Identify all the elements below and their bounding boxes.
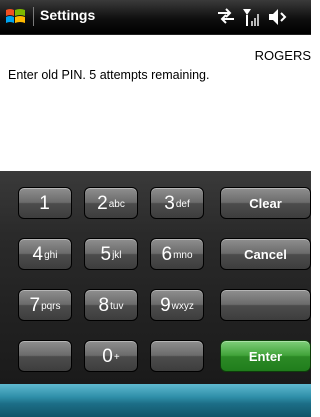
blank-key-right[interactable] (220, 289, 311, 321)
key-8[interactable]: 8 tuv (84, 289, 138, 321)
key-4-letters: ghi (44, 249, 58, 261)
bottom-bar (0, 384, 311, 417)
key-2-digit: 2 (97, 192, 108, 214)
window-title: Settings (40, 7, 96, 23)
blank-key-middle[interactable] (150, 340, 204, 372)
signal-strength-icon[interactable] (241, 6, 263, 28)
key-9-digit: 9 (160, 294, 171, 316)
key-6-letters: mno (173, 249, 193, 261)
volume-icon[interactable] (267, 6, 289, 28)
key-3[interactable]: 3 def (150, 187, 204, 219)
key-6-digit: 6 (161, 243, 173, 265)
pin-prompt: Enter old PIN. 5 attempts remaining. (8, 68, 210, 82)
key-3-letters: def (175, 198, 190, 210)
key-7-digit: 7 (29, 294, 41, 316)
windows-flag-icon[interactable] (3, 5, 29, 29)
title-bar: Settings (0, 0, 311, 35)
key-9[interactable]: 9 wxyz (150, 289, 204, 321)
title-separator (33, 7, 34, 26)
key-1[interactable]: 1 (18, 187, 72, 219)
blank-key-left[interactable] (18, 340, 72, 372)
key-1-digit: 1 (39, 192, 50, 214)
key-5-digit: 5 (100, 243, 112, 265)
operator-name: ROGERS (254, 48, 311, 63)
key-2[interactable]: 2 abc (84, 187, 138, 219)
key-8-letters: tuv (110, 300, 124, 312)
key-3-digit: 3 (164, 192, 175, 214)
clear-button[interactable]: Clear (220, 187, 311, 219)
connectivity-arrows-icon[interactable] (215, 6, 237, 26)
key-2-letters: abc (108, 198, 125, 210)
key-0-letters: + (113, 351, 120, 363)
key-8-digit: 8 (98, 294, 110, 316)
pin-keypad: 1 2 abc 3 def Clear 4 ghi 5 jkl 6 mno Ca… (0, 171, 311, 384)
key-4-digit: 4 (32, 243, 44, 265)
key-7[interactable]: 7 pqrs (18, 289, 72, 321)
key-9-letters: wxyz (171, 300, 194, 312)
key-6[interactable]: 6 mno (150, 238, 204, 270)
key-4[interactable]: 4 ghi (18, 238, 72, 270)
key-5-letters: jkl (112, 249, 122, 261)
enter-button[interactable]: Enter (220, 340, 311, 372)
key-7-letters: pqrs (41, 300, 61, 312)
key-5[interactable]: 5 jkl (84, 238, 138, 270)
cancel-button[interactable]: Cancel (220, 238, 311, 270)
key-0-digit: 0 (102, 345, 113, 367)
key-0[interactable]: 0 + (84, 340, 138, 372)
